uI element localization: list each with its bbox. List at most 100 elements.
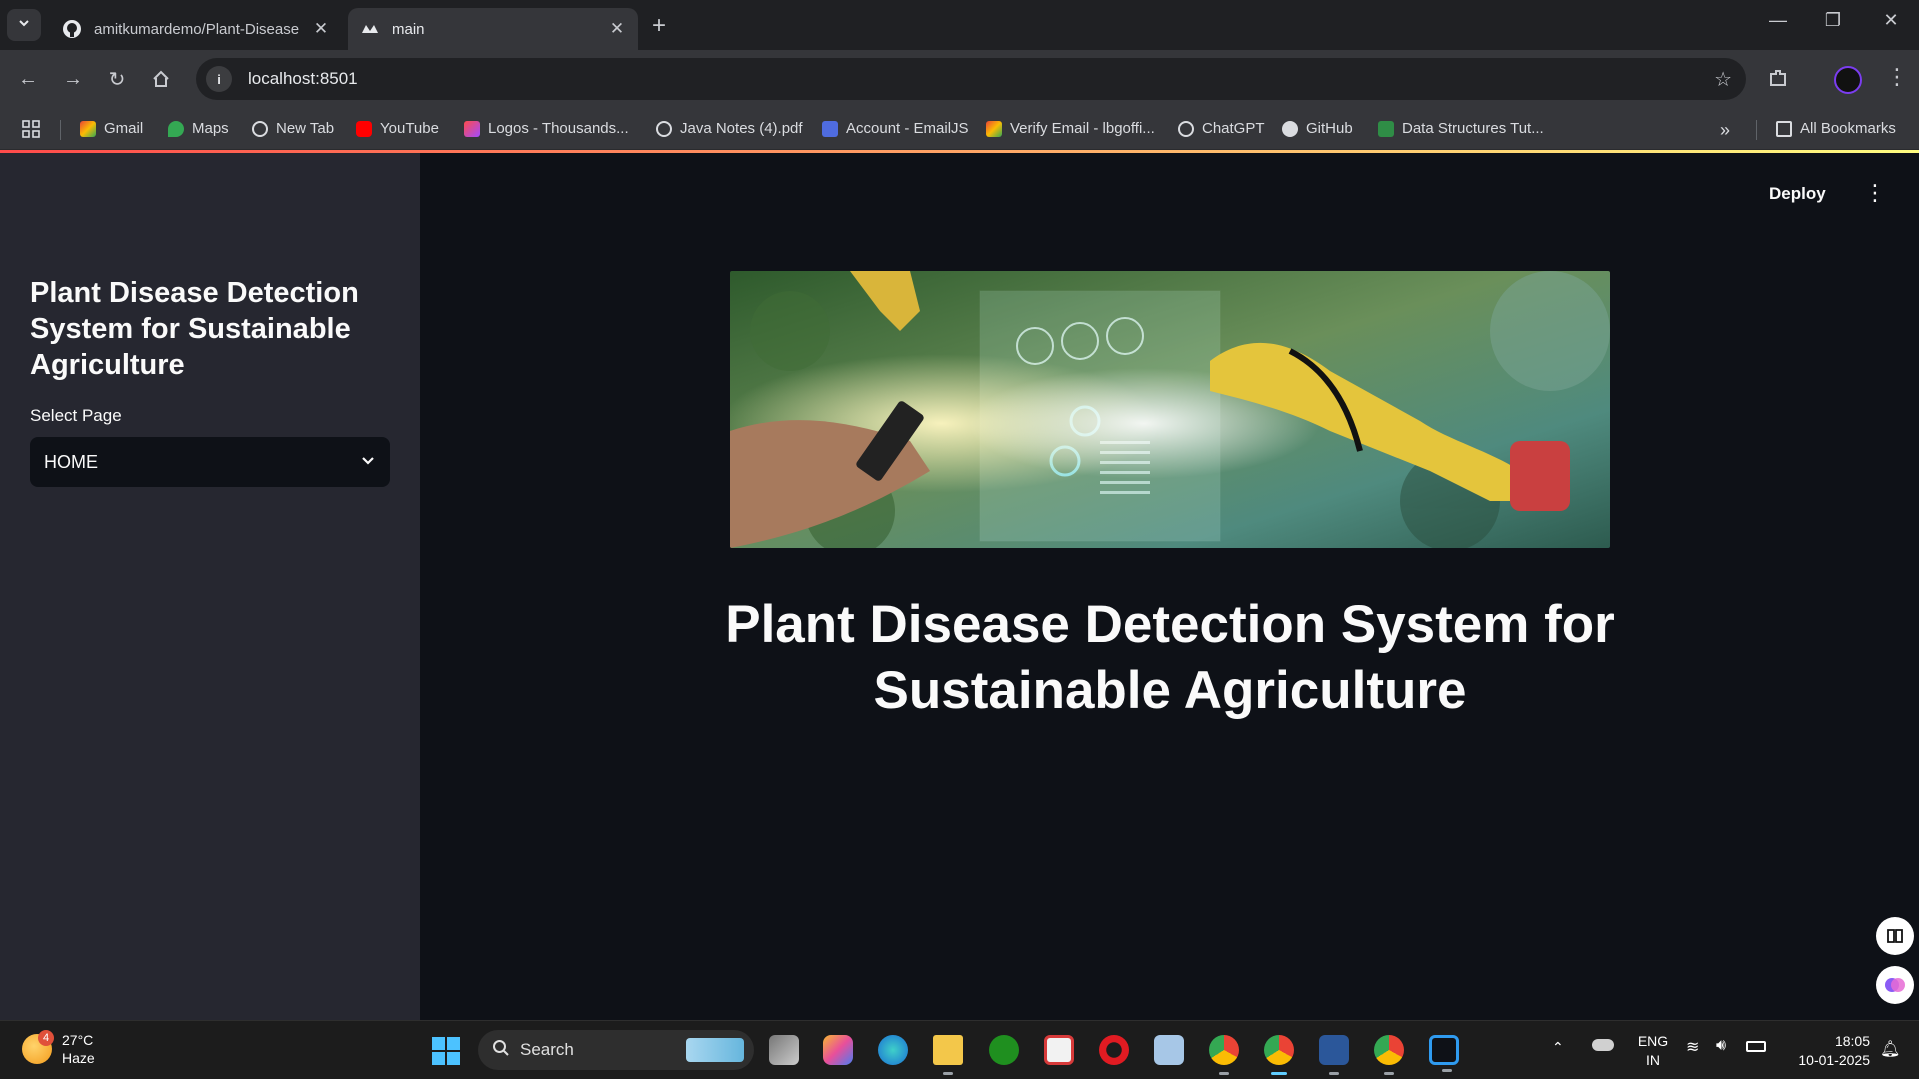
main-menu-icon[interactable]: ⋮ xyxy=(1864,180,1886,206)
bookmark-label: ChatGPT xyxy=(1202,120,1265,137)
close-icon[interactable]: ✕ xyxy=(608,19,626,39)
url-text: localhost:8501 xyxy=(248,69,358,88)
address-bar[interactable]: i localhost:8501 ☆ xyxy=(196,58,1746,100)
photos-icon[interactable] xyxy=(1154,1035,1184,1065)
weather-haze-icon: 4 xyxy=(22,1030,54,1064)
bookmark-label: Java Notes (4).pdf xyxy=(680,120,803,137)
back-icon[interactable]: ← xyxy=(15,66,41,92)
bookmark-logos[interactable]: Logos - Thousands... xyxy=(464,120,629,137)
reload-icon[interactable]: ↻ xyxy=(104,66,130,92)
bookmark-label: Logos - Thousands... xyxy=(488,120,629,137)
wifi-icon[interactable]: ≋ xyxy=(1686,1037,1699,1057)
word-icon[interactable] xyxy=(1319,1035,1349,1075)
browser-tab-bar: amitkumardemo/Plant-Disease ✕ main ✕ + —… xyxy=(0,0,1919,50)
system-clock[interactable]: 18:05 10-01-2025 xyxy=(1786,1032,1870,1070)
volume-icon[interactable]: 🔊︎ xyxy=(1716,1037,1726,1055)
browser-tab-github[interactable]: amitkumardemo/Plant-Disease ✕ xyxy=(50,8,342,50)
bookmark-emailjs[interactable]: Account - EmailJS xyxy=(822,120,969,137)
folder-icon xyxy=(1776,120,1792,137)
tab-search-button[interactable] xyxy=(7,9,41,41)
browser-toolbar: ← → ↻ i localhost:8501 ☆ xyxy=(0,50,1919,108)
bookmark-label: GitHub xyxy=(1306,120,1353,137)
xbox-icon[interactable] xyxy=(989,1035,1019,1065)
bookmark-java-notes[interactable]: Java Notes (4).pdf xyxy=(656,120,803,137)
tab-title: main xyxy=(392,20,425,38)
bookmark-new-tab[interactable]: New Tab xyxy=(252,120,334,137)
forward-icon[interactable]: → xyxy=(60,66,86,92)
select-page-dropdown[interactable]: HOME xyxy=(30,437,390,487)
bookmark-verify-email[interactable]: Verify Email - lbgoffi... xyxy=(986,120,1155,137)
bookmark-star-icon[interactable]: ☆ xyxy=(1714,67,1732,92)
copilot-brain-icon[interactable] xyxy=(1876,966,1914,1004)
file-explorer-icon[interactable] xyxy=(933,1035,963,1075)
clock-date: 10-01-2025 xyxy=(1798,1052,1870,1068)
sidebar-title: Plant Disease Detection System for Susta… xyxy=(30,277,359,381)
gmail-icon xyxy=(986,120,1002,137)
taskbar-search[interactable]: Search xyxy=(478,1030,754,1070)
sidebar: Plant Disease Detection System for Susta… xyxy=(0,153,420,1020)
all-bookmarks-label: All Bookmarks xyxy=(1800,120,1896,137)
bookmark-youtube[interactable]: YouTube xyxy=(356,120,439,137)
edge-icon[interactable] xyxy=(878,1035,908,1065)
streamlit-icon xyxy=(360,19,380,39)
copilot-icon[interactable] xyxy=(823,1035,853,1065)
bookmark-gmail[interactable]: Gmail xyxy=(80,120,143,137)
windows-start-icon[interactable] xyxy=(432,1037,460,1065)
bookmark-label: YouTube xyxy=(380,120,439,137)
restore-icon[interactable]: ❐ xyxy=(1818,10,1848,31)
bookmark-github[interactable]: GitHub xyxy=(1282,120,1353,137)
language-line1: ENG xyxy=(1637,1033,1669,1049)
window-close-icon[interactable]: ✕ xyxy=(1876,10,1906,31)
bookmark-label: Data Structures Tut... xyxy=(1402,120,1544,137)
task-view-icon[interactable] xyxy=(769,1035,799,1065)
logos-icon xyxy=(464,120,480,137)
deploy-button[interactable]: Deploy xyxy=(1769,184,1826,204)
close-icon[interactable]: ✕ xyxy=(312,19,330,39)
notifications-icon[interactable]: 🔔︎ xyxy=(1880,1039,1900,1059)
all-bookmarks-button[interactable]: All Bookmarks xyxy=(1776,120,1896,137)
book-icon[interactable] xyxy=(1876,917,1914,955)
browser-tab-main[interactable]: main ✕ xyxy=(348,8,638,50)
home-icon[interactable] xyxy=(148,66,174,92)
maps-icon xyxy=(168,120,184,137)
snipping-tool-icon[interactable] xyxy=(1044,1035,1074,1065)
globe-icon xyxy=(656,120,672,137)
weather-temp: 27°C xyxy=(62,1032,94,1048)
chatgpt-icon xyxy=(1178,120,1194,137)
vscode-icon[interactable] xyxy=(1429,1035,1459,1072)
chrome-profile-2-icon[interactable] xyxy=(1264,1035,1294,1075)
search-placeholder: Search xyxy=(520,1040,574,1059)
new-tab-icon[interactable]: + xyxy=(652,12,666,40)
profile-avatar[interactable] xyxy=(1834,66,1862,94)
opera-icon[interactable] xyxy=(1099,1035,1129,1065)
language-line2: IN xyxy=(1646,1052,1660,1068)
browser-menu-icon[interactable]: ⋮ xyxy=(1886,64,1908,90)
extensions-icon[interactable] xyxy=(1766,66,1792,92)
bookmarks-divider xyxy=(60,120,61,140)
apps-grid-icon[interactable] xyxy=(22,120,40,138)
chevron-down-icon xyxy=(17,16,31,35)
onedrive-icon[interactable] xyxy=(1592,1039,1614,1051)
site-info-icon[interactable]: i xyxy=(206,66,232,92)
chrome-profile-3-icon[interactable] xyxy=(1374,1035,1404,1075)
weather-widget[interactable]: 4 27°C Haze xyxy=(22,1030,95,1067)
chevron-down-icon xyxy=(360,452,376,473)
github-icon xyxy=(62,19,82,39)
bookmark-data-structures[interactable]: Data Structures Tut... xyxy=(1378,120,1544,137)
hero-image xyxy=(730,271,1610,548)
search-highlight-image xyxy=(686,1038,744,1062)
minimize-icon[interactable]: — xyxy=(1763,10,1793,31)
show-hidden-icons-icon[interactable]: ⌃ xyxy=(1552,1039,1564,1056)
notification-badge: 4 xyxy=(38,1030,54,1046)
battery-icon[interactable] xyxy=(1746,1041,1766,1052)
language-indicator[interactable]: ENG IN xyxy=(1636,1032,1670,1070)
more-bookmarks-icon[interactable]: » xyxy=(1720,120,1730,141)
bookmark-maps[interactable]: Maps xyxy=(168,120,229,137)
select-page-value: HOME xyxy=(44,451,98,472)
github-icon xyxy=(1282,120,1298,137)
chrome-profile-1-icon[interactable] xyxy=(1209,1035,1239,1075)
bookmark-label: Maps xyxy=(192,120,229,137)
emailjs-icon xyxy=(822,120,838,137)
page-title: Plant Disease Detection System for Susta… xyxy=(725,595,1615,720)
bookmark-chatgpt[interactable]: ChatGPT xyxy=(1178,120,1265,137)
